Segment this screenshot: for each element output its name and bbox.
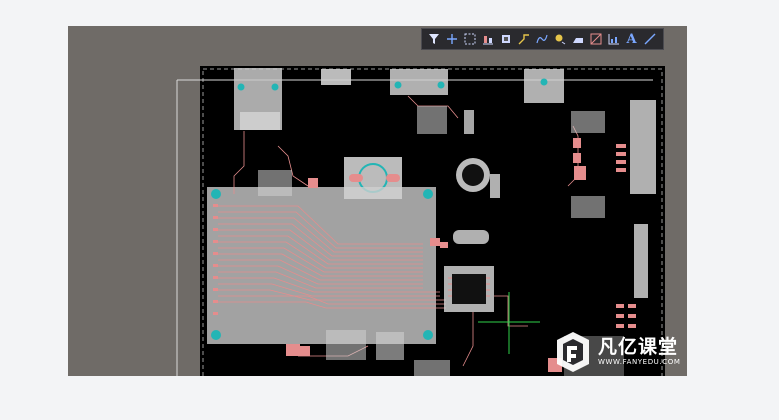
pad [271, 83, 279, 91]
diff-pair-tool-icon[interactable] [534, 30, 551, 48]
pad [394, 81, 402, 89]
mount-hole [211, 330, 221, 340]
filter-tool-icon[interactable] [426, 30, 443, 48]
usb-connector[interactable] [524, 69, 564, 103]
text-tool-icon[interactable]: A [623, 30, 640, 48]
pad [237, 83, 245, 91]
ic-u3[interactable] [571, 111, 605, 133]
pad [540, 78, 548, 86]
pad [349, 174, 363, 182]
align-tool-icon[interactable] [480, 30, 497, 48]
connector-j2[interactable] [240, 112, 280, 130]
switch[interactable] [376, 332, 404, 360]
watermark-brand: 凡亿课堂 [598, 336, 679, 358]
header-jp1[interactable] [490, 174, 500, 198]
fanyi-logo-icon [557, 332, 589, 372]
pcb-editor-canvas[interactable]: A [68, 26, 687, 376]
mount-hole [211, 189, 221, 199]
route-tool-icon[interactable] [516, 30, 533, 48]
ic-u6[interactable] [414, 360, 450, 376]
watermark-url: WWW.FANYEDU.COM [598, 358, 681, 366]
pad [386, 174, 400, 182]
header-right-1[interactable] [630, 100, 656, 194]
header-right-2[interactable] [634, 224, 648, 298]
active-bar-toolbar: A [421, 28, 664, 50]
mount-hole [423, 330, 433, 340]
mount-hole [423, 189, 433, 199]
select-rect-tool-icon[interactable] [462, 30, 479, 48]
component-tool-icon[interactable] [498, 30, 515, 48]
polygon-tool-icon[interactable] [569, 30, 586, 48]
ic-u2[interactable] [417, 106, 447, 134]
fanyi-watermark: 凡亿课堂 WWW.FANYEDU.COM [553, 330, 693, 378]
pad-tool-icon[interactable] [551, 30, 568, 48]
cross-tool-icon[interactable] [444, 30, 461, 48]
ic-u5[interactable] [326, 330, 366, 360]
mcu-body [452, 274, 486, 304]
text-tool-label: A [626, 31, 637, 47]
resistor-array[interactable] [464, 110, 474, 134]
regulator[interactable] [258, 170, 292, 196]
chart-tool-icon[interactable] [605, 30, 622, 48]
pad [437, 81, 445, 89]
region-tool-icon[interactable] [587, 30, 604, 48]
coin-cell-inner [462, 164, 484, 186]
crystal[interactable] [453, 230, 489, 244]
header-p1[interactable] [321, 69, 351, 85]
pcb-board-view[interactable] [68, 26, 687, 376]
ic-u4[interactable] [571, 196, 605, 218]
line-tool-icon[interactable] [641, 30, 658, 48]
